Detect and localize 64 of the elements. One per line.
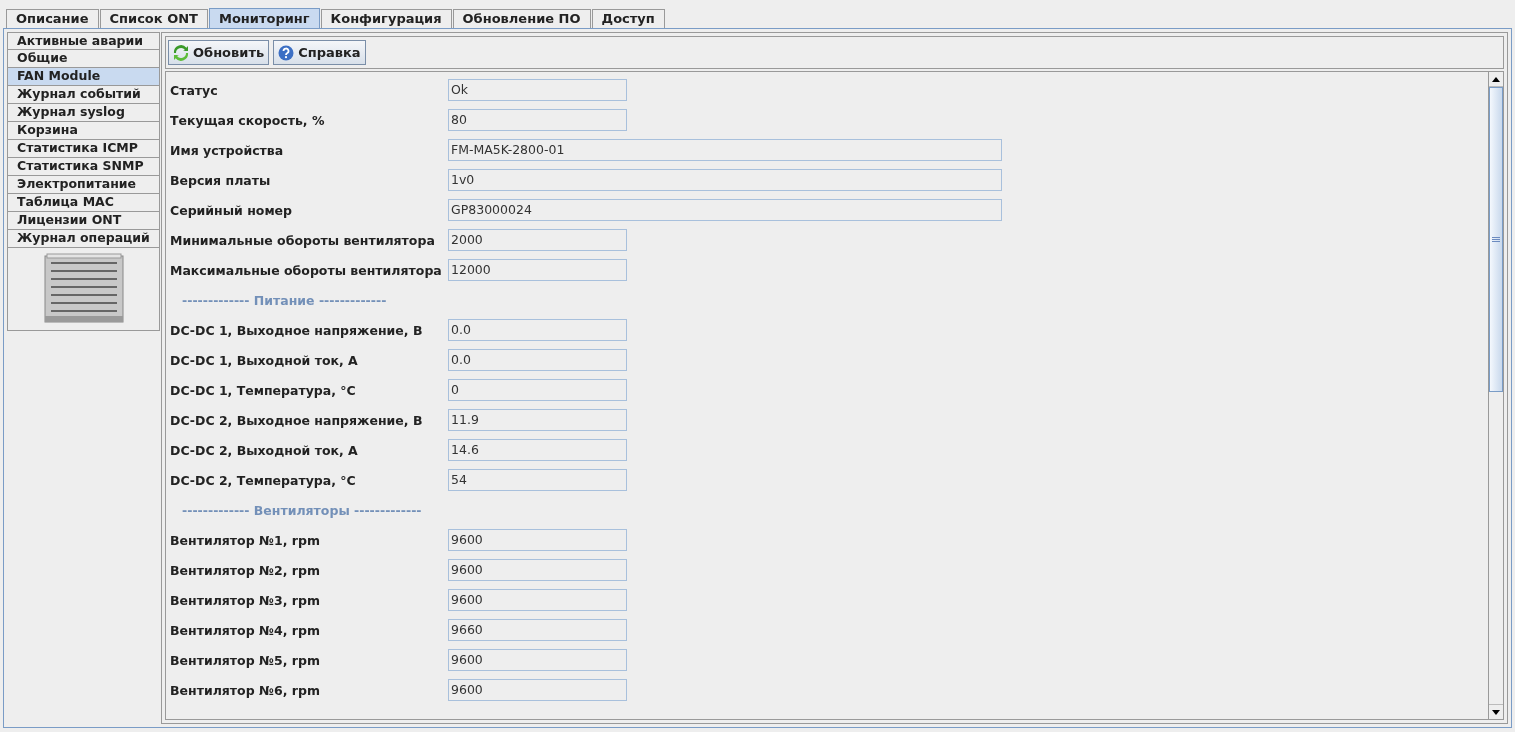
value-field[interactable]: 1v0 — [448, 169, 1002, 191]
field-label: Текущая скорость, % — [170, 112, 326, 130]
sidebar-item[interactable]: Таблица MAC — [7, 194, 160, 212]
value-field[interactable]: FM-MA5K-2800-01 — [448, 139, 1002, 161]
field-label: Вентилятор №2, rpm — [170, 562, 321, 580]
sidebar-item[interactable]: Журнал syslog — [7, 104, 160, 122]
field-label: Вентилятор №5, rpm — [170, 652, 321, 670]
tab[interactable]: Список ONT — [99, 9, 208, 28]
help-button[interactable]: Справка — [273, 40, 366, 65]
value-field[interactable]: 9600 — [448, 649, 627, 671]
sidebar-item[interactable]: Общие — [7, 50, 160, 68]
value-field[interactable]: 54 — [448, 469, 627, 491]
field-label: DC-DC 1, Температура, °C — [170, 382, 357, 400]
section-heading: ------------- Питание ------------- — [181, 292, 387, 310]
value-field[interactable]: 80 — [448, 109, 627, 131]
refresh-icon — [173, 44, 189, 61]
help-icon — [278, 44, 295, 61]
refresh-button[interactable]: Обновить — [168, 40, 270, 65]
value-field[interactable]: 12000 — [448, 259, 627, 281]
field-label: Имя устройства — [170, 142, 285, 160]
field-label: DC-DC 2, Выходное напряжение, В — [170, 412, 424, 430]
sidebar-item[interactable]: Корзина — [7, 122, 160, 140]
field-label: Версия платы — [170, 172, 272, 190]
value-field[interactable]: 9660 — [448, 619, 627, 641]
field-label: Статус — [170, 82, 219, 100]
sidebar-item[interactable]: Электропитание — [7, 176, 160, 194]
field-label: Минимальные обороты вентилятора — [170, 232, 436, 250]
vertical-scrollbar[interactable] — [1488, 72, 1503, 719]
sidebar-item[interactable]: Лицензии ONT — [7, 212, 160, 230]
field-label: DC-DC 1, Выходной ток, А — [170, 352, 359, 370]
tab[interactable]: Мониторинг — [208, 8, 320, 28]
field-label: Серийный номер — [170, 202, 294, 220]
sidebar-item[interactable]: Статистика ICMP — [7, 140, 160, 158]
section-heading: ------------- Вентиляторы ------------- — [181, 502, 422, 520]
value-field[interactable]: GP83000024 — [448, 199, 1002, 221]
sidebar-item[interactable]: Журнал событий — [7, 86, 160, 104]
scrollbar-thumb[interactable] — [1489, 87, 1503, 392]
value-field[interactable]: Ok — [448, 79, 627, 101]
value-field[interactable]: 9600 — [448, 559, 627, 581]
sidebar-item[interactable]: Журнал операций — [7, 230, 160, 248]
field-label: Вентилятор №4, rpm — [170, 622, 321, 640]
tab[interactable]: Доступ — [591, 9, 665, 28]
value-field[interactable]: 0.0 — [448, 319, 627, 341]
value-field[interactable]: 11.9 — [448, 409, 627, 431]
field-label: DC-DC 1, Выходное напряжение, В — [170, 322, 424, 340]
field-label: DC-DC 2, Выходной ток, А — [170, 442, 359, 460]
field-label: DC-DC 2, Температура, °C — [170, 472, 357, 490]
field-label: Максимальные обороты вентилятора — [170, 262, 443, 280]
value-field[interactable]: 9600 — [448, 529, 627, 551]
value-field[interactable]: 14.6 — [448, 439, 627, 461]
field-label: Вентилятор №3, rpm — [170, 592, 321, 610]
value-field[interactable]: 9600 — [448, 679, 627, 701]
field-label: Вентилятор №6, rpm — [170, 682, 321, 700]
tab[interactable]: Обновление ПО — [452, 9, 591, 28]
value-field[interactable]: 9600 — [448, 589, 627, 611]
sidebar-item[interactable]: Активные аварии — [7, 32, 160, 50]
sidebar-item[interactable]: FAN Module — [7, 68, 160, 86]
field-label: Вентилятор №1, rpm — [170, 532, 321, 550]
tab[interactable]: Конфигурация — [320, 9, 452, 28]
sidebar-item[interactable]: Статистика SNMP — [7, 158, 160, 176]
value-field[interactable]: 0.0 — [448, 349, 627, 371]
tab[interactable]: Описание — [6, 9, 99, 28]
value-field[interactable]: 2000 — [448, 229, 627, 251]
value-field[interactable]: 0 — [448, 379, 627, 401]
